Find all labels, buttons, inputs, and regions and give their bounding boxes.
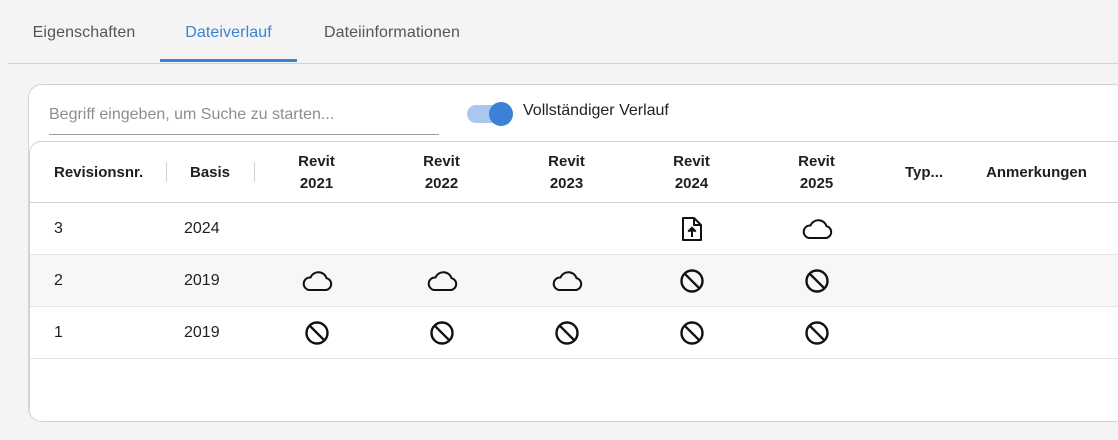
revision-cell: 2	[54, 272, 63, 289]
revit-2022-cell	[379, 203, 504, 255]
cloud-icon	[800, 218, 834, 240]
revit-2022-cell	[379, 307, 504, 359]
header-line: Revit	[548, 152, 585, 170]
table-header: Revisionsnr. Basis Revit 2021 Revit 2022 R…	[30, 142, 1118, 203]
revit-2025-cell	[754, 203, 879, 255]
revit-2021-cell	[254, 307, 379, 359]
revit-2024-cell	[629, 203, 754, 255]
header-year: 2022	[424, 174, 459, 192]
column-header-basis[interactable]: Basis	[166, 142, 254, 203]
active-tab-indicator	[160, 59, 297, 62]
table-row[interactable]: 3 2024	[30, 203, 1118, 255]
tab-eigenschaften[interactable]: Eigenschaften	[8, 0, 160, 64]
header-year: 2021	[299, 174, 334, 192]
column-header-revit-2025[interactable]: Revit 2025	[754, 142, 879, 203]
prohibited-icon	[679, 268, 705, 294]
revit-2024-cell	[629, 255, 754, 307]
tab-dateiverlauf[interactable]: Dateiverlauf	[160, 0, 297, 64]
column-header-typ[interactable]: Typ...	[879, 142, 969, 203]
header-line: Revit	[673, 152, 710, 170]
revit-2025-cell	[754, 307, 879, 359]
table-row[interactable]: 2 2019	[30, 255, 1118, 307]
revit-2023-cell	[504, 307, 629, 359]
full-history-toggle[interactable]	[467, 102, 513, 126]
header-year: 2023	[549, 174, 584, 192]
prohibited-icon	[429, 320, 455, 346]
basis-cell: 2019	[184, 272, 220, 289]
revit-2022-cell	[379, 255, 504, 307]
basis-cell: 2019	[184, 324, 220, 341]
column-header-revit-2021[interactable]: Revit 2021	[254, 142, 379, 203]
prohibited-icon	[304, 320, 330, 346]
revision-cell: 1	[54, 324, 63, 341]
prohibited-icon	[679, 320, 705, 346]
header-year: 2024	[674, 174, 709, 192]
search-field	[49, 97, 439, 135]
search-input[interactable]	[49, 101, 439, 129]
toggle-knob	[489, 102, 513, 126]
cloud-icon	[425, 270, 459, 292]
header-line: Revit	[798, 152, 835, 170]
revision-table: Revisionsnr. Basis Revit 2021 Revit 2022 R…	[29, 141, 1118, 421]
prohibited-icon	[804, 268, 830, 294]
table-row[interactable]: 1 2019	[30, 307, 1118, 359]
revit-2024-cell	[629, 307, 754, 359]
header-line: Revit	[423, 152, 460, 170]
revit-2025-cell	[754, 255, 879, 307]
revision-cell: 3	[54, 220, 63, 237]
column-header-revit-2023[interactable]: Revit 2023	[504, 142, 629, 203]
revit-2023-cell	[504, 203, 629, 255]
column-header-revit-2022[interactable]: Revit 2022	[379, 142, 504, 203]
file-upload-icon[interactable]	[681, 216, 703, 242]
cloud-icon	[300, 270, 334, 292]
prohibited-icon	[804, 320, 830, 346]
prohibited-icon	[554, 320, 580, 346]
revit-2023-cell	[504, 255, 629, 307]
basis-cell: 2024	[184, 220, 220, 237]
revit-2021-cell	[254, 203, 379, 255]
header-year: 2025	[799, 174, 834, 192]
column-header-anmerkungen[interactable]: Anmerkungen	[969, 142, 1104, 203]
toggle-label: Vollständiger Verlauf	[523, 102, 669, 119]
cloud-icon	[550, 270, 584, 292]
revit-2021-cell	[254, 255, 379, 307]
tab-bar: Eigenschaften Dateiverlauf Dateiinformat…	[8, 0, 1118, 64]
header-line: Revit	[298, 152, 335, 170]
history-panel: Vollständiger Verlauf Revisionsnr. Basis…	[28, 84, 1118, 422]
column-header-revision[interactable]: Revisionsnr.	[30, 142, 166, 203]
column-header-revit-2024[interactable]: Revit 2024	[629, 142, 754, 203]
tab-dateiinformationen[interactable]: Dateiinformationen	[297, 0, 487, 64]
